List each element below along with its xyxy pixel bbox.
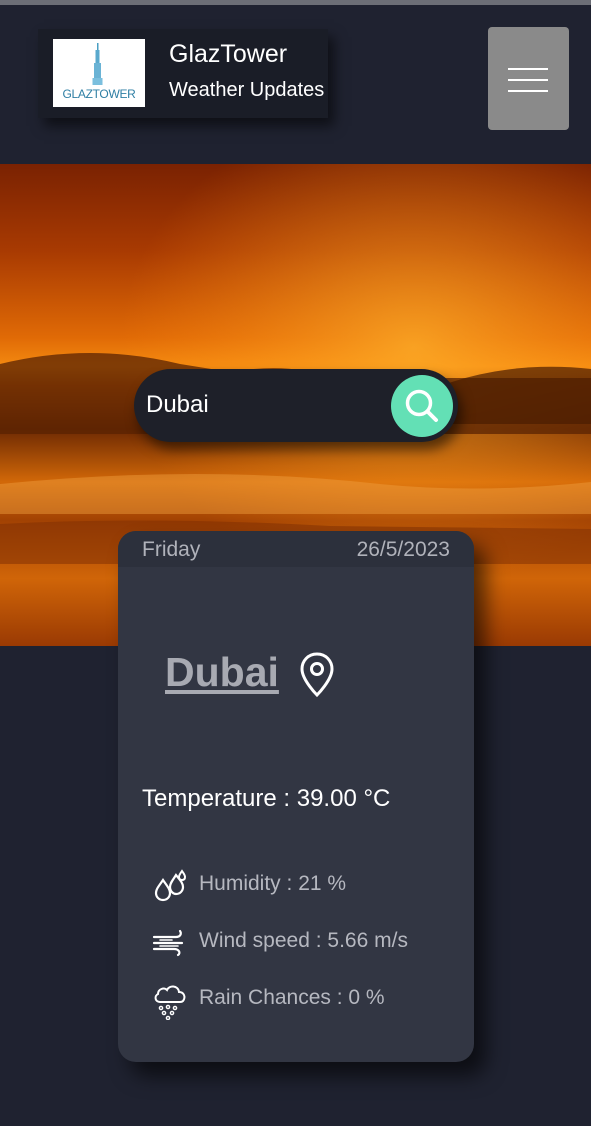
wind-label: Wind speed : bbox=[199, 929, 328, 952]
logo: GLAZTOWER bbox=[53, 39, 145, 107]
location-pin-icon bbox=[300, 652, 334, 698]
search-input[interactable] bbox=[146, 385, 386, 425]
brand-box[interactable]: GLAZTOWER GlazTower Weather Updates bbox=[38, 29, 328, 118]
weekday: Friday bbox=[142, 538, 201, 561]
app-subtitle: Weather Updates bbox=[169, 79, 325, 101]
search-bar bbox=[134, 369, 458, 442]
card-header: Friday 26/5/2023 bbox=[118, 531, 474, 567]
rain-value: 0 % bbox=[348, 986, 385, 1009]
rain-label: Rain Chances : bbox=[199, 986, 349, 1009]
temperature: Temperature : 39.00 °C bbox=[142, 785, 390, 813]
wind-icon bbox=[152, 929, 184, 957]
search-icon bbox=[405, 389, 438, 422]
humidity-drops-icon bbox=[154, 869, 187, 902]
city-name: Dubai bbox=[165, 649, 279, 695]
humidity-label: Humidity : bbox=[199, 872, 299, 895]
temperature-label: Temperature : bbox=[142, 785, 297, 812]
rain-cloud-icon bbox=[154, 985, 186, 1020]
temperature-value: 39.00 °C bbox=[296, 785, 391, 812]
search-button[interactable] bbox=[391, 375, 453, 437]
wind-value: 5.66 m/s bbox=[327, 929, 408, 952]
logo-text: GLAZTOWER bbox=[62, 87, 136, 101]
menu-button[interactable] bbox=[488, 27, 569, 130]
date: 26/5/2023 bbox=[356, 538, 450, 561]
navbar: GLAZTOWER GlazTower Weather Updates bbox=[0, 5, 591, 164]
weather-card: Friday 26/5/2023 Dubai Temperature : 39.… bbox=[118, 531, 474, 1062]
app-title: GlazTower bbox=[169, 40, 288, 68]
humidity-value: 21 % bbox=[298, 872, 347, 895]
